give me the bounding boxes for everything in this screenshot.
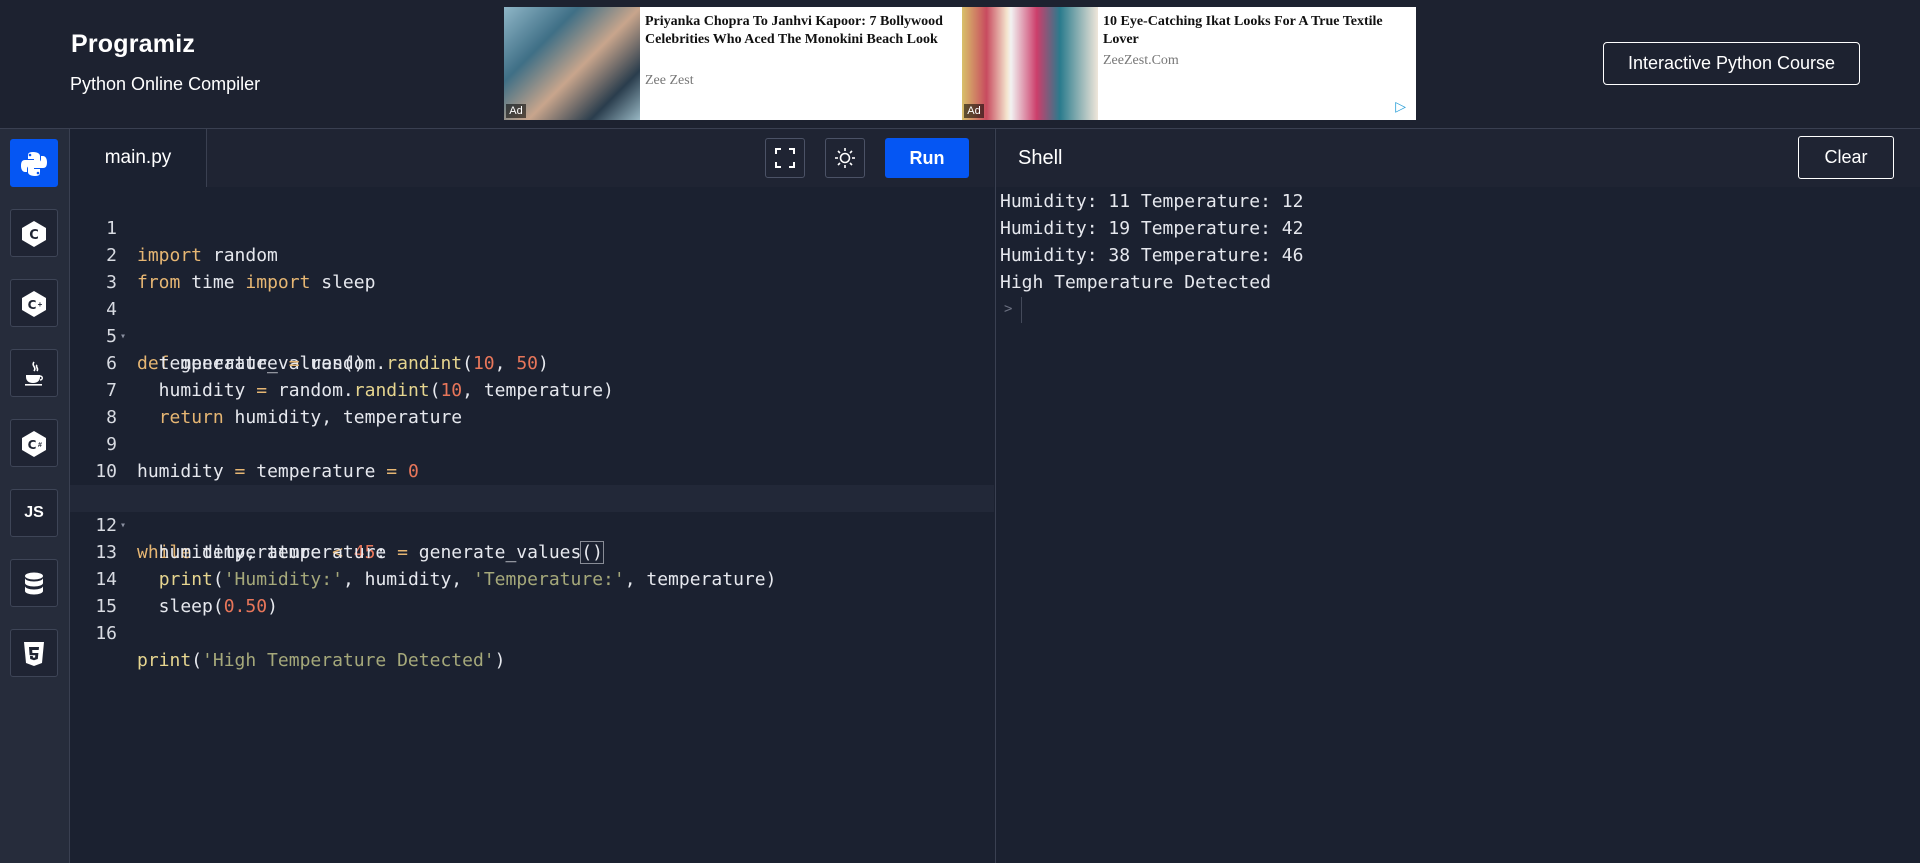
line-number: 16: [95, 623, 117, 644]
shell-toolbar: Shell Clear: [995, 129, 1920, 188]
code-token: print: [137, 650, 192, 671]
fullscreen-button[interactable]: [765, 138, 805, 178]
svg-text:+: +: [38, 300, 43, 309]
svg-text:C: C: [29, 228, 39, 243]
code-line[interactable]: 6 humidity = random.randint(10, temperat…: [70, 323, 994, 401]
clear-button[interactable]: Clear: [1798, 136, 1894, 179]
code-line-active[interactable]: 12 humidity, temperature = generate_valu…: [70, 485, 994, 564]
tab-main-py[interactable]: main.py: [70, 129, 207, 188]
svg-text:C: C: [28, 438, 37, 452]
code-line[interactable]: 8: [70, 377, 994, 428]
programiz-logo[interactable]: Programiz: [71, 30, 195, 59]
svg-text:#: #: [38, 442, 42, 449]
run-button[interactable]: Run: [885, 138, 969, 178]
code-editor[interactable]: 1 import random 2 from time import sleep…: [70, 187, 994, 863]
code-line[interactable]: 14 sleep(0.50): [70, 539, 994, 617]
ad-badge: Ad: [964, 104, 984, 118]
shell-output-line: Humidity: 19 Temperature: 42: [1000, 218, 1304, 239]
svg-text:C: C: [28, 298, 37, 312]
shell-title: Shell: [1018, 147, 1063, 169]
code-line[interactable]: 2 from time import sleep: [70, 215, 994, 293]
shell-input-caret[interactable]: [1021, 297, 1022, 323]
fullscreen-icon: [775, 148, 795, 168]
shell-output[interactable]: Humidity: 11 Temperature: 12 Humidity: 1…: [995, 187, 1920, 863]
ad-badge: Ad: [506, 104, 526, 118]
java-icon[interactable]: [10, 349, 58, 397]
code-token: ): [494, 650, 506, 671]
ad-image[interactable]: Ad: [962, 7, 1098, 120]
theme-toggle-button[interactable]: [825, 138, 865, 178]
code-line[interactable]: 5 temperature = random.randint(10, 50): [70, 296, 994, 374]
python-icon[interactable]: [10, 139, 58, 187]
shell-output-line: High Temperature Detected: [1000, 272, 1271, 293]
ad-title[interactable]: Priyanka Chopra To Janhvi Kapoor: 7 Boll…: [645, 13, 955, 49]
ad-source: Zee Zest: [645, 73, 694, 88]
code-token: (: [191, 650, 203, 671]
code-line[interactable]: 7 return humidity, temperature: [70, 350, 994, 428]
interactive-python-course-button[interactable]: Interactive Python Course: [1603, 42, 1860, 85]
sql-icon[interactable]: [10, 559, 58, 607]
code-line[interactable]: 15: [70, 566, 994, 617]
code-token: 'High Temperature Detected': [202, 650, 495, 671]
ad-image[interactable]: Ad: [504, 7, 640, 120]
ad-banner[interactable]: Ad Priyanka Chopra To Janhvi Kapoor: 7 B…: [504, 7, 1416, 120]
code-line[interactable]: 16 print('High Temperature Detected'): [70, 593, 994, 671]
html5-icon[interactable]: [10, 629, 58, 677]
header: Programiz Python Online Compiler Ad Priy…: [0, 0, 1920, 129]
editor-toolbar: main.py Run: [70, 129, 994, 188]
ad-source: ZeeZest.Com: [1103, 53, 1179, 68]
code-line[interactable]: 11 ▾ while temperature < 45:: [70, 458, 994, 563]
language-sidebar: C C + C # JS: [0, 129, 70, 863]
page-title: Python Online Compiler: [70, 74, 261, 94]
js-icon[interactable]: JS: [10, 489, 58, 537]
shell-output-line: Humidity: 11 Temperature: 12: [1000, 191, 1304, 212]
sun-icon: [835, 148, 855, 168]
code-line[interactable]: 1 import random: [70, 188, 994, 266]
code-line[interactable]: 3: [70, 242, 994, 293]
csharp-icon[interactable]: C #: [10, 419, 58, 467]
adchoices-icon[interactable]: ▷: [1395, 98, 1406, 115]
ad-title[interactable]: 10 Eye-Catching Ikat Looks For A True Te…: [1103, 13, 1403, 49]
shell-prompt: >: [1004, 301, 1013, 317]
code-line[interactable]: 13 print('Humidity:', humidity, 'Tempera…: [70, 512, 994, 590]
shell-output-line: Humidity: 38 Temperature: 46: [1000, 245, 1304, 266]
cpp-icon[interactable]: C +: [10, 279, 58, 327]
code-line[interactable]: 10: [70, 431, 994, 482]
code-line[interactable]: 4 ▾ def generate_values():: [70, 269, 994, 374]
c-icon[interactable]: C: [10, 209, 58, 257]
code-line[interactable]: 9 humidity = temperature = 0: [70, 404, 994, 482]
